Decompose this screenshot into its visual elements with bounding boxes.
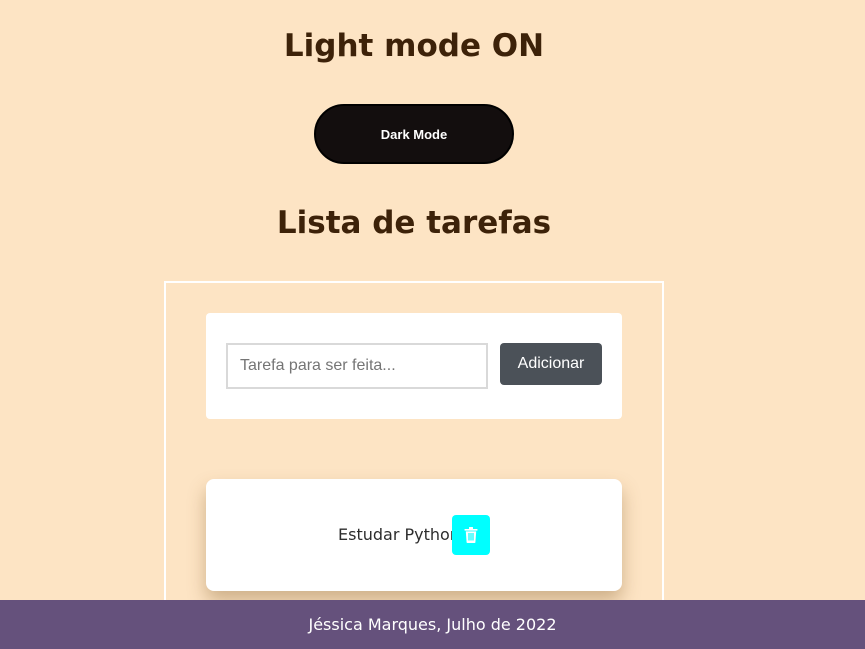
footer-text: Jéssica Marques, Julho de 2022 [308, 615, 557, 634]
task-item-text: Estudar Python [338, 525, 460, 544]
add-task-button[interactable]: Adicionar [500, 343, 602, 385]
dark-mode-toggle-button[interactable]: Dark Mode [314, 104, 514, 164]
delete-task-button[interactable] [452, 515, 490, 555]
trash-icon [464, 527, 478, 543]
footer: Jéssica Marques, Julho de 2022 [0, 600, 865, 649]
task-item: Estudar Python [206, 479, 622, 591]
task-list-title: Lista de tarefas [276, 205, 552, 241]
task-input[interactable] [226, 343, 488, 389]
task-form: Adicionar [206, 313, 622, 419]
mode-status-title: Light mode ON [283, 28, 545, 64]
